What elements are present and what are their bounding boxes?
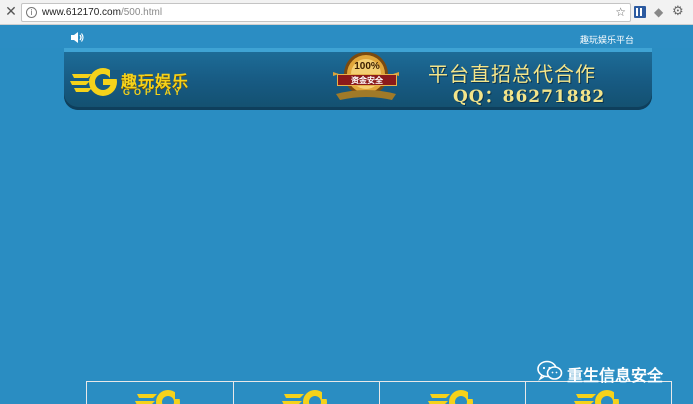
badge-percent: 100% [354, 61, 380, 72]
game-card[interactable] [379, 382, 526, 404]
qq-contact: QQ：86271882 [453, 87, 606, 107]
game-card[interactable] [86, 382, 233, 404]
goplay-g-logo-icon [282, 390, 332, 404]
wechat-icon [537, 360, 563, 381]
goplay-g-logo-icon [135, 390, 185, 404]
game-card[interactable] [233, 382, 380, 404]
main-content [0, 110, 693, 404]
logo-english-text: GOPLAY [123, 87, 185, 97]
speaker-icon[interactable] [70, 31, 84, 44]
info-icon[interactable]: i [26, 7, 37, 18]
close-icon[interactable]: ✕ [4, 4, 18, 20]
goplay-g-logo-icon[interactable] [70, 66, 120, 98]
badge-label: 资金安全 [337, 74, 397, 86]
gear-extension-icon[interactable]: ⚙ [672, 4, 686, 20]
shield-extension-icon[interactable]: ◆ [654, 5, 665, 19]
star-icon[interactable]: ☆ [615, 5, 626, 19]
goplay-g-logo-icon [428, 390, 478, 404]
address-bar[interactable]: i www.612170.com/500.html ☆ [21, 3, 631, 22]
platform-link[interactable]: 趣玩娱乐平台 [580, 33, 634, 46]
grid-extension-icon[interactable] [634, 6, 646, 18]
url-text: www.612170.com/500.html [42, 7, 163, 18]
watermark-text: 重生信息安全 [567, 368, 664, 385]
goplay-g-logo-icon [574, 390, 624, 404]
